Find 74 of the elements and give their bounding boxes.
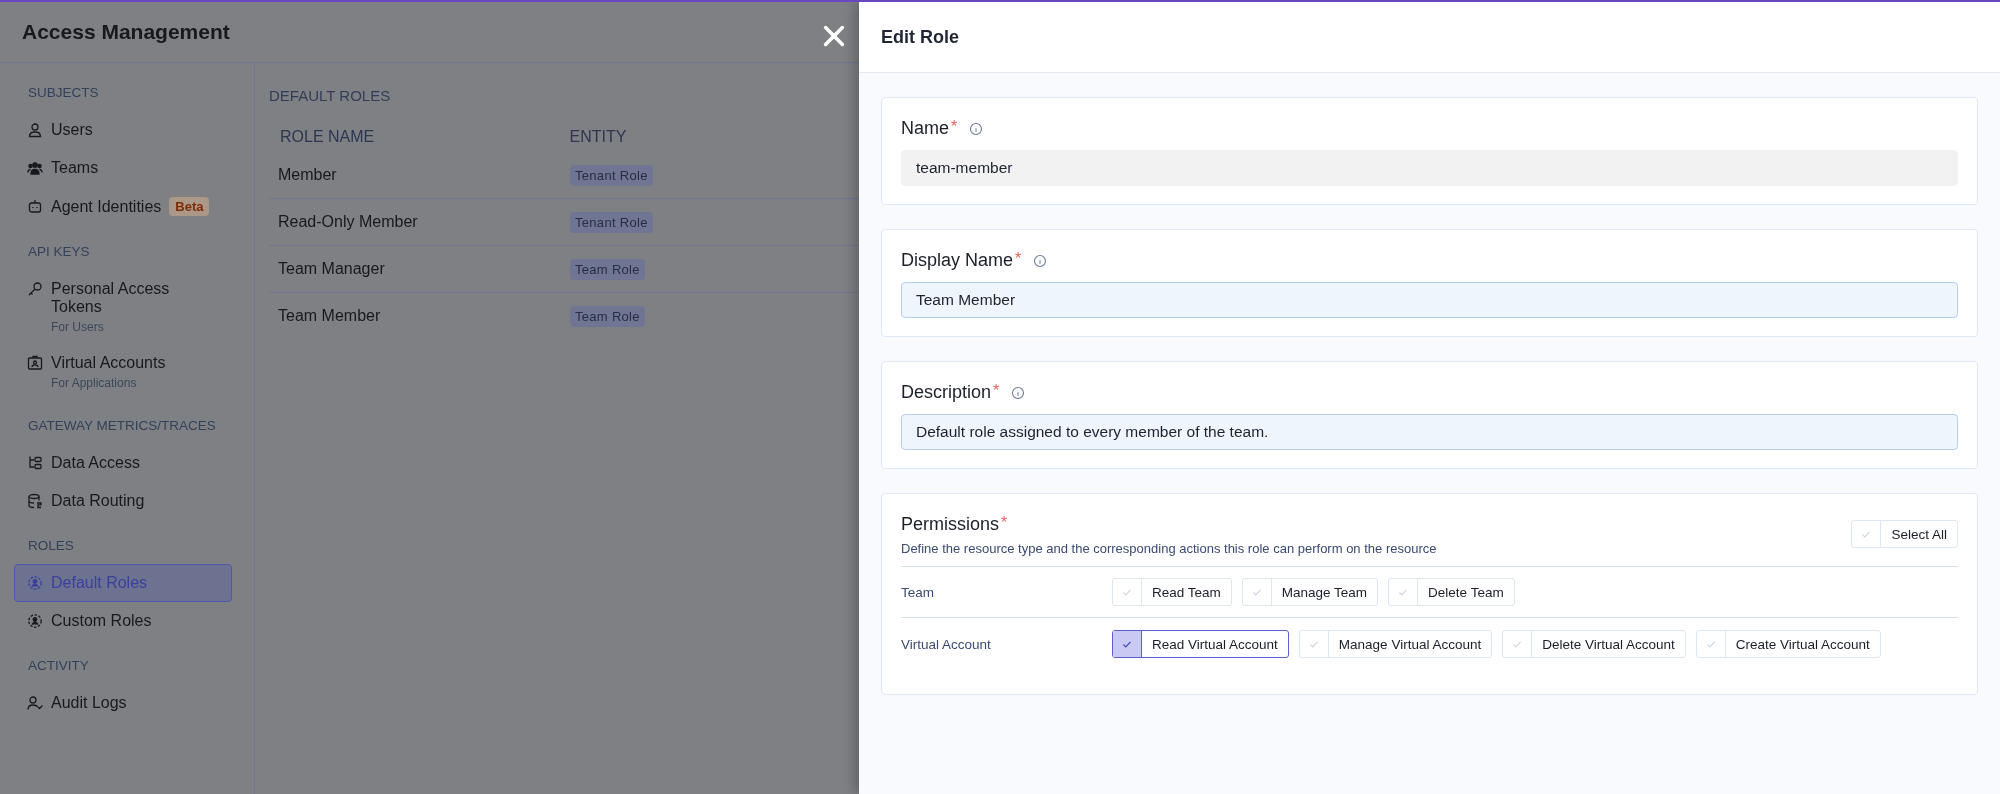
sidebar-item[interactable]: Virtual Accounts For Applications (14, 344, 232, 400)
app-title: Access Management (22, 20, 230, 44)
entity-tag: Team Role (570, 259, 645, 280)
required-mark: * (951, 118, 958, 136)
required-mark: * (1015, 250, 1022, 268)
nav-label: Virtual Accounts (51, 354, 166, 372)
permissions-description: Define the resource type and the corresponding actions this role can perform on the resource (901, 541, 1437, 556)
sidebar-item[interactable]: Data Routing (14, 482, 232, 520)
id-card-icon (27, 355, 43, 371)
page-heading: DEFAULT ROLES (269, 87, 392, 104)
user-icon (27, 122, 43, 138)
nav-label: Agent Identities (51, 197, 162, 216)
action-checkbox[interactable]: Delete Team (1388, 578, 1515, 606)
database-icon (27, 493, 43, 509)
action-checkbox[interactable]: Read Virtual Account (1112, 630, 1289, 658)
people-icon (27, 160, 43, 176)
action-checkbox[interactable]: Manage Virtual Account (1298, 630, 1493, 658)
required-mark: * (993, 382, 1000, 400)
role-name-cell-text: Read-Only Member (278, 213, 419, 231)
info-icon[interactable] (969, 121, 984, 136)
key-icon (27, 281, 43, 297)
nav-subtitle: For Users (51, 320, 105, 334)
field-label: Description (901, 382, 992, 403)
sidebar-item[interactable]: Personal Access Tokens For Users (14, 270, 232, 344)
sidebar-item[interactable]: Data Access (14, 444, 232, 482)
sidebar-item[interactable]: Agent Identities Beta (14, 187, 232, 226)
robot-icon (27, 198, 43, 214)
entity-tag: Tenant Role (570, 212, 653, 233)
role-name-cell-text: Team Manager (278, 260, 386, 278)
column-header: ROLE NAME (280, 128, 376, 146)
action-checkbox[interactable]: Manage Team (1241, 578, 1379, 606)
section-heading: API KEYS (27, 243, 91, 261)
sidebar-item[interactable]: Users (14, 111, 232, 149)
beta-badge: Beta (169, 197, 210, 216)
drawer-title: Edit Role (881, 26, 959, 48)
hierarchy-icon (27, 455, 43, 471)
entity-tag: Tenant Role (570, 165, 653, 186)
entity-tag: Team Role (570, 306, 645, 327)
required-mark: * (1001, 514, 1008, 532)
nav-label: Data Access (51, 454, 140, 472)
nav-label: Data Routing (51, 492, 145, 510)
sidebar-item[interactable]: Custom Roles (14, 602, 232, 640)
resource-name: Virtual Account (901, 636, 992, 652)
close-icon[interactable] (822, 24, 846, 48)
section-heading: SUBJECTS (27, 84, 100, 102)
action-checkbox[interactable]: Create Virtual Account (1695, 630, 1881, 658)
action-checkbox[interactable]: Read Team (1112, 578, 1232, 606)
info-icon[interactable] (1011, 385, 1026, 400)
nav-label: Custom Roles (51, 612, 152, 630)
select-all-checkbox[interactable]: Select All (1851, 520, 1958, 548)
user-check-icon (27, 695, 43, 711)
role-name-cell-text: Team Member (278, 307, 382, 325)
permissions-label: Permissions (901, 514, 1000, 535)
action-checkbox[interactable]: Delete Virtual Account (1502, 630, 1686, 658)
resource-name: Team (901, 584, 935, 600)
nav-label: Teams (51, 159, 99, 177)
input-field[interactable]: Default role assigned to every member of the team. (901, 414, 1958, 450)
nav-subtitle: For Applications (51, 376, 138, 390)
nav-label: Users (51, 121, 93, 139)
role-name-cell-text: Member (278, 166, 338, 184)
nav-label: Personal Access Tokens (51, 280, 171, 316)
role-icon (27, 575, 43, 591)
input-field[interactable]: Team Member (901, 282, 1958, 318)
info-icon[interactable] (1033, 253, 1048, 268)
role-icon (27, 613, 43, 629)
section-heading: GATEWAY METRICS/TRACES (27, 417, 217, 435)
field-label: Name (901, 118, 949, 139)
nav-label: Audit Logs (51, 694, 127, 712)
section-heading: ACTIVITY (27, 657, 90, 675)
sidebar-item[interactable]: Teams (14, 149, 232, 187)
column-header: ENTITY (569, 128, 628, 146)
sidebar-item[interactable]: Audit Logs (14, 684, 232, 722)
section-heading: ROLES (27, 537, 75, 555)
field-label: Display Name (901, 250, 1014, 271)
